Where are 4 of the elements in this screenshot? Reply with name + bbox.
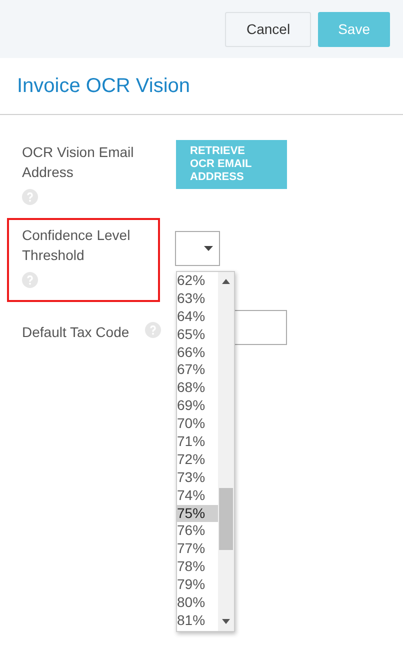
field-label: Default Tax Code xyxy=(22,323,130,342)
field-label: Confidence Level Threshold xyxy=(22,226,132,265)
field-label: OCR Vision Email Address xyxy=(22,143,135,182)
page-title: Invoice OCR Vision xyxy=(16,74,192,99)
